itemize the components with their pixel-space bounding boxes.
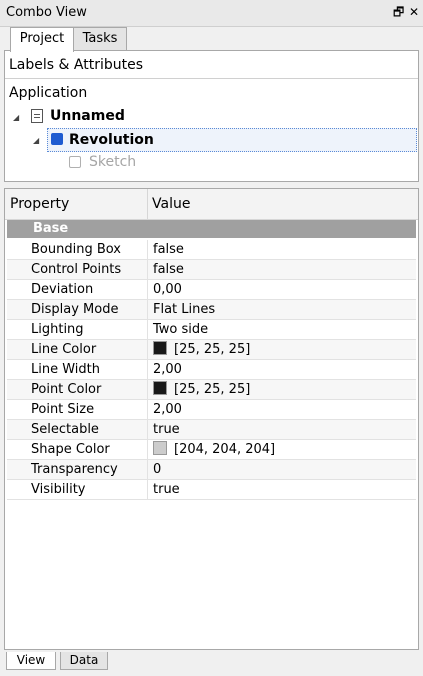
col-separator [147, 400, 148, 419]
expand-arrow-icon[interactable]: ◢ [13, 113, 19, 122]
col-separator [147, 420, 148, 439]
labels-attributes-header: Labels & Attributes [5, 51, 418, 79]
tree-item-revolution[interactable]: Revolution [69, 129, 154, 151]
tree-root-application[interactable]: Application [9, 85, 87, 101]
prop-value[interactable]: 2,00 [153, 400, 182, 419]
prop-value[interactable]: true [153, 480, 180, 499]
prop-name: Lighting [31, 322, 84, 337]
property-panel: Property Value Base Bounding Box false Co… [4, 188, 419, 650]
tree-panel: Labels & Attributes Application ◢ Unname… [4, 50, 419, 182]
window-title: Combo View [6, 5, 87, 20]
col-separator [147, 380, 148, 399]
prop-name: Visibility [31, 482, 86, 497]
title-bar: Combo View 🗗 ✕ [0, 0, 423, 27]
prop-value[interactable]: 0,00 [153, 280, 182, 299]
col-value[interactable]: Value [152, 196, 190, 212]
prop-name: Bounding Box [31, 242, 122, 257]
prop-value[interactable]: Two side [153, 320, 208, 339]
col-separator [147, 360, 148, 379]
prop-value[interactable]: Flat Lines [153, 300, 215, 319]
group-base[interactable]: Base [7, 220, 416, 238]
close-icon[interactable]: ✕ [409, 5, 419, 19]
group-base-label: Base [33, 221, 69, 236]
col-separator[interactable] [147, 189, 148, 219]
prop-row-point-color[interactable]: Point Color [25, 25, 25] [7, 380, 416, 400]
col-separator [147, 300, 148, 319]
prop-name: Point Size [31, 402, 95, 417]
document-icon [31, 109, 43, 123]
prop-row-control-points[interactable]: Control Points false [7, 260, 416, 280]
prop-value: [25, 25, 25] [174, 382, 251, 397]
prop-value-wrap[interactable]: [25, 25, 25] [153, 340, 250, 359]
color-swatch[interactable] [153, 441, 167, 455]
col-separator [147, 460, 148, 479]
solid-cube-icon [51, 133, 63, 145]
restore-icon[interactable]: 🗗 [393, 5, 404, 19]
prop-row-display-mode[interactable]: Display Mode Flat Lines [7, 300, 416, 320]
col-separator [147, 280, 148, 299]
tab-project-label: Project [19, 31, 65, 46]
prop-row-visibility[interactable]: Visibility true [7, 480, 416, 500]
prop-name: Line Width [31, 362, 100, 377]
prop-row-bounding-box[interactable]: Bounding Box false [7, 240, 416, 260]
col-separator [147, 260, 148, 279]
tab-data-label: Data [69, 653, 99, 667]
property-header: Property Value [5, 189, 418, 220]
prop-value-wrap[interactable]: [25, 25, 25] [153, 380, 250, 399]
prop-name: Transparency [31, 462, 118, 477]
tab-project[interactable]: Project [10, 27, 74, 52]
expand-arrow-icon[interactable]: ◢ [33, 136, 39, 145]
col-separator [147, 340, 148, 359]
prop-row-point-size[interactable]: Point Size 2,00 [7, 400, 416, 420]
color-swatch[interactable] [153, 341, 167, 355]
col-separator [147, 240, 148, 259]
prop-name: Deviation [31, 282, 94, 297]
tab-view-label: View [16, 653, 46, 667]
prop-value: [25, 25, 25] [174, 342, 251, 357]
tab-tasks-label: Tasks [82, 31, 118, 46]
prop-value[interactable]: false [153, 240, 184, 259]
sketch-icon [69, 156, 81, 168]
tab-data[interactable]: Data [60, 652, 108, 670]
prop-name: Line Color [31, 342, 97, 357]
col-property[interactable]: Property [10, 196, 69, 212]
tree-item-unnamed[interactable]: Unnamed [50, 105, 125, 127]
prop-name: Control Points [31, 262, 122, 277]
prop-row-selectable[interactable]: Selectable true [7, 420, 416, 440]
prop-value-wrap[interactable]: [204, 204, 204] [153, 440, 275, 459]
prop-name: Selectable [31, 422, 99, 437]
prop-name: Display Mode [31, 302, 119, 317]
tree-item-sketch[interactable]: Sketch [89, 151, 136, 173]
prop-value: [204, 204, 204] [174, 442, 276, 457]
prop-name: Point Color [31, 382, 102, 397]
col-separator [147, 320, 148, 339]
col-separator [147, 480, 148, 499]
prop-value[interactable]: 0 [153, 460, 161, 479]
prop-row-line-color[interactable]: Line Color [25, 25, 25] [7, 340, 416, 360]
tab-tasks[interactable]: Tasks [73, 27, 127, 50]
prop-row-lighting[interactable]: Lighting Two side [7, 320, 416, 340]
prop-value[interactable]: false [153, 260, 184, 279]
prop-value[interactable]: 2,00 [153, 360, 182, 379]
prop-row-line-width[interactable]: Line Width 2,00 [7, 360, 416, 380]
prop-row-transparency[interactable]: Transparency 0 [7, 460, 416, 480]
prop-row-deviation[interactable]: Deviation 0,00 [7, 280, 416, 300]
prop-value[interactable]: true [153, 420, 180, 439]
prop-row-shape-color[interactable]: Shape Color [204, 204, 204] [7, 440, 416, 460]
prop-name: Shape Color [31, 442, 110, 457]
tab-view[interactable]: View [6, 652, 56, 670]
color-swatch[interactable] [153, 381, 167, 395]
col-separator [147, 440, 148, 459]
